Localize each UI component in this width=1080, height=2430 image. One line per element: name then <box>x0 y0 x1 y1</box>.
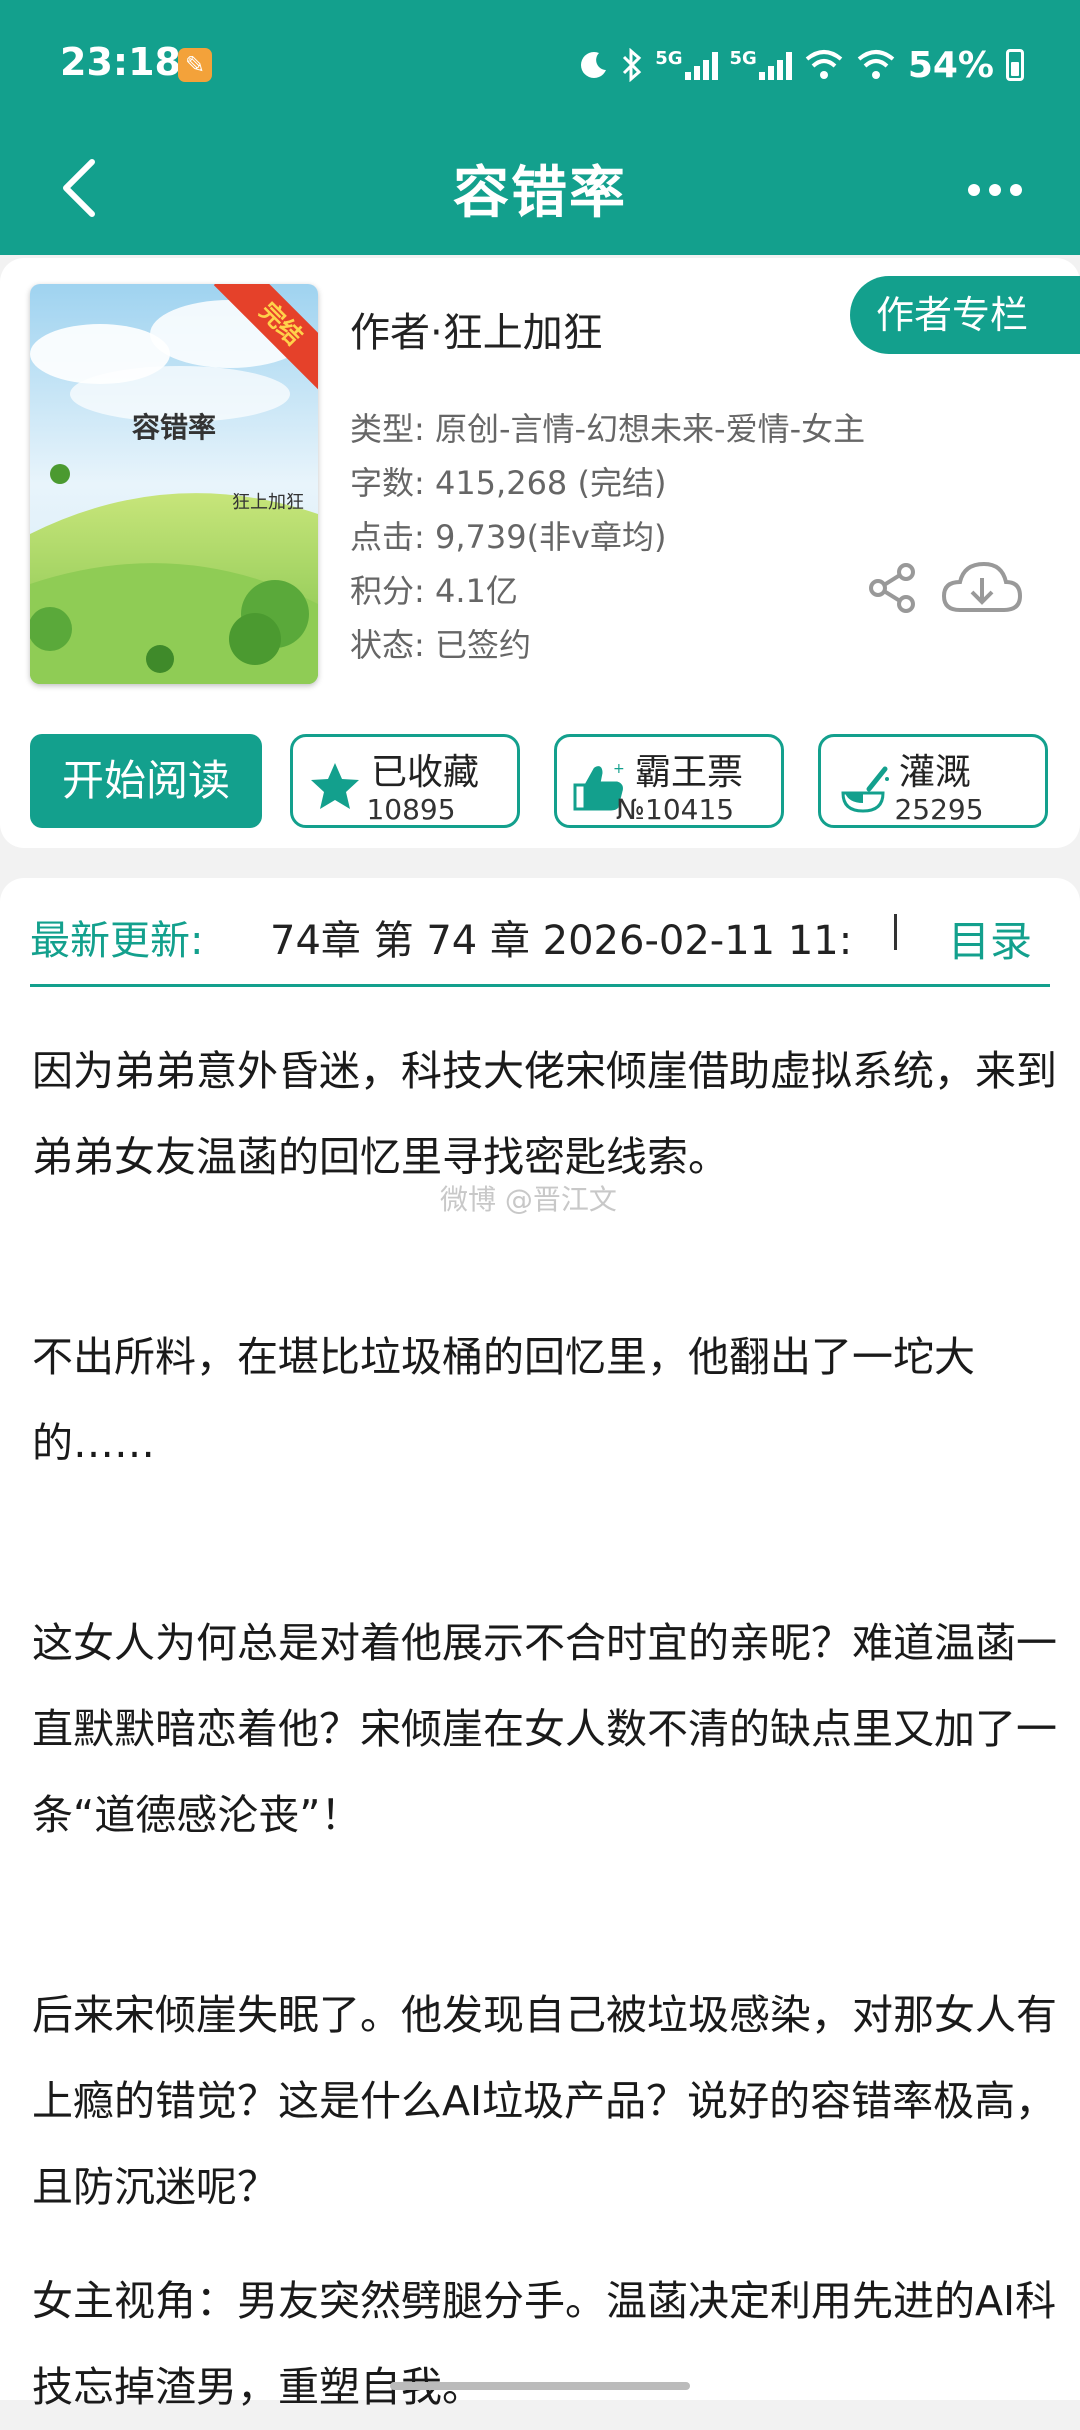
author-column-button[interactable]: 作者专栏 <box>850 276 1080 354</box>
signal-1-icon: 5G <box>655 48 718 80</box>
book-clicks: 点击: 9,739(非v章均) <box>350 518 667 556</box>
text-divider <box>894 914 897 950</box>
water-button[interactable]: 灌溉 25295 <box>818 734 1048 828</box>
synopsis: 因为弟弟意外昏迷，科技大佬宋倾崖借助虚拟系统，来到弟弟女友温菡的回忆里寻找密匙线… <box>0 1008 1080 2411</box>
update-underline <box>30 984 1050 987</box>
home-indicator[interactable] <box>390 2382 690 2390</box>
synopsis-paragraph-2: 不出所料，在堪比垃圾桶的回忆里，他翻出了一坨大的…… <box>32 1333 975 1467</box>
book-status: 状态: 已签约 <box>350 626 531 664</box>
status-bar: 23:18 ✎ 5G 5G 54% <box>0 0 1080 130</box>
book-cover[interactable]: 容错率 狂上加狂 完结 <box>30 284 318 684</box>
share-icon[interactable] <box>864 560 920 616</box>
book-score: 积分: 4.1亿 <box>350 572 518 610</box>
battery-icon <box>1006 49 1024 81</box>
synopsis-paragraph-1: 因为弟弟意外昏迷，科技大佬宋倾崖借助虚拟系统，来到弟弟女友温菡的回忆里寻找密匙线… <box>32 1047 1057 1181</box>
cover-author: 狂上加狂 <box>232 492 304 513</box>
latest-update-bar[interactable]: 最新更新: 74章 第 74 章 2026-02-11 11: 目录 <box>0 878 1080 1008</box>
water-count: 25295 <box>894 793 984 826</box>
synopsis-paragraph-3: 这女人为何总是对着他展示不合时宜的亲昵？难道温菡一直默默暗恋着他？宋倾崖在女人数… <box>32 1619 1057 1839</box>
status-icons: 5G 5G 54% <box>579 40 1024 90</box>
wifi-2-icon <box>857 50 895 79</box>
bluetooth-icon <box>623 48 642 82</box>
network-type-label-2: 5G <box>729 48 757 69</box>
latest-update-text[interactable]: 74章 第 74 章 2026-02-11 11: <box>270 908 900 966</box>
app-header: 容错率 <box>0 130 1080 255</box>
battery-percent: 54% <box>907 44 994 86</box>
water-label: 灌溉 <box>899 752 972 793</box>
table-of-contents-button[interactable]: 目录 <box>948 908 1032 969</box>
network-type-label: 5G <box>655 48 683 69</box>
wifi-icon <box>805 50 843 79</box>
start-reading-button[interactable]: 开始阅读 <box>30 734 262 828</box>
vote-count: №10415 <box>615 793 735 826</box>
svg-text:+: + <box>613 761 625 777</box>
page-title: 容错率 <box>453 161 627 226</box>
cloud-download-icon[interactable] <box>940 554 1024 620</box>
synopsis-paragraph-5: 女主视角：男友突然劈腿分手。温菡决定利用先进的AI科技忘掉渣男，重塑自我。 <box>32 2277 1057 2411</box>
collected-label: 已收藏 <box>371 752 480 793</box>
vote-button[interactable]: + 霸王票 №10415 <box>554 734 784 828</box>
author-name[interactable]: 作者·狂上加狂 <box>350 300 603 358</box>
collected-count: 10895 <box>366 793 456 826</box>
collected-button[interactable]: 已收藏 10895 <box>290 734 520 828</box>
book-info-card: 容错率 狂上加狂 完结 作者·狂上加狂 作者专栏 类型: 原创-言情-幻想未来-… <box>0 258 1080 848</box>
app-notification-icon: ✎ <box>178 48 212 82</box>
status-time: 23:18 <box>60 40 181 84</box>
cover-title: 容错率 <box>131 411 216 444</box>
signal-2-icon: 5G <box>730 50 792 80</box>
moon-icon <box>581 52 607 78</box>
vote-label: 霸王票 <box>635 752 744 793</box>
watermark: 微博 @晋江文 <box>440 1183 617 1216</box>
book-word-count: 字数: 415,268 (完结) <box>350 464 667 502</box>
latest-update-label: 最新更新: <box>30 918 204 964</box>
book-type: 类型: 原创-言情-幻想未来-爱情-女主 <box>350 410 866 448</box>
more-options-icon[interactable] <box>960 160 1030 220</box>
synopsis-paragraph-4: 后来宋倾崖失眠了。他发现自己被垃圾感染，对那女人有上瘾的错觉？这是什么AI垃圾产… <box>32 1991 1057 2211</box>
